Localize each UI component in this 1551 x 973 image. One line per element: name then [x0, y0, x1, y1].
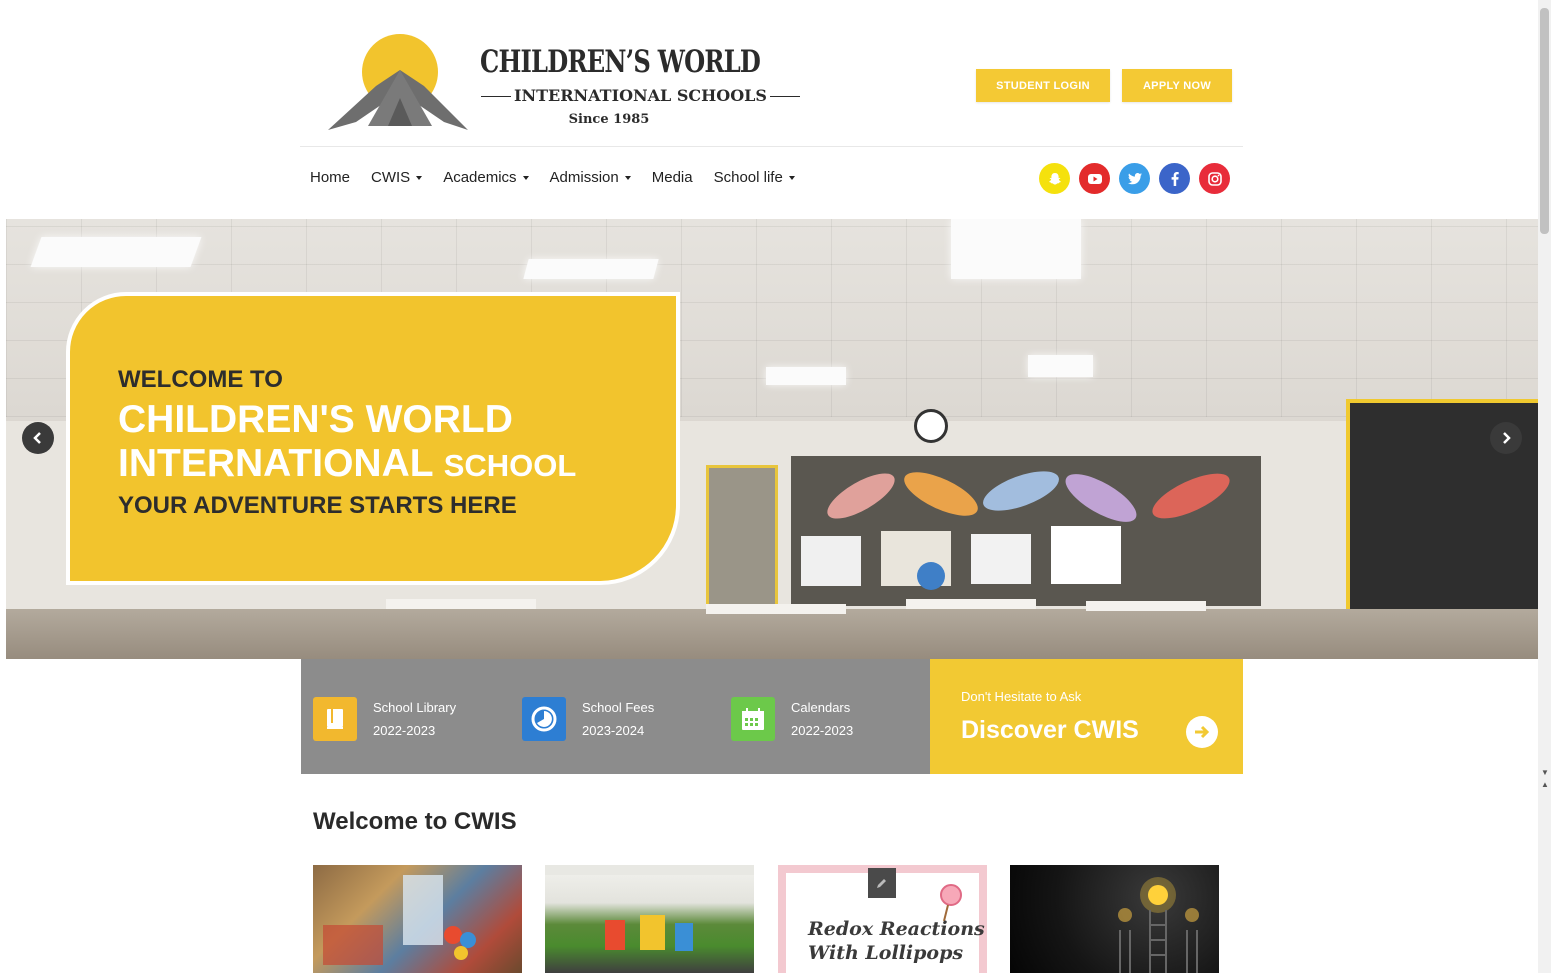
student-login-button[interactable]: STUDENT LOGIN	[976, 69, 1110, 102]
youtube-icon[interactable]	[1079, 163, 1110, 194]
scroll-up-arrow-icon[interactable]: ▼	[1541, 768, 1549, 777]
welcome-section-title: Welcome to CWIS	[313, 808, 517, 835]
hero-line-2: CHILDREN'S WORLD	[118, 398, 513, 441]
quick-link-calendars-title: Calendars	[791, 700, 851, 715]
slider-next-button[interactable]	[1490, 422, 1522, 454]
main-nav: Home CWIS Academics Admission Media Scho…	[310, 169, 795, 186]
hero-desk	[1086, 601, 1206, 611]
calendar-icon	[731, 697, 775, 741]
hero-line-3: INTERNATIONAL SCHOOL	[118, 442, 577, 485]
brand-title: CHILDREN’S WORLD	[480, 44, 761, 80]
quick-link-calendars[interactable]: Calendars 2022-2023	[731, 696, 853, 742]
ceiling-light	[951, 219, 1081, 279]
nav-item-school-life[interactable]: School life	[714, 169, 795, 186]
hero-blackboard	[791, 456, 1261, 606]
welcome-thumbnail-redox[interactable]: Redox Reactions With Lollipops	[778, 865, 987, 973]
quick-link-fees[interactable]: School Fees 2023-2024	[522, 696, 654, 742]
brand-subtitle: INTERNATIONAL SCHOOLS	[478, 86, 800, 105]
hero-slider: WELCOME TO CHILDREN'S WORLD INTERNATIONA…	[6, 219, 1538, 659]
ceiling-light	[30, 237, 202, 267]
page-scrollbar[interactable]: ▼ ▲	[1538, 0, 1551, 973]
quick-link-library-title: School Library	[373, 700, 457, 715]
scroll-down-arrow-icon[interactable]: ▲	[1541, 780, 1549, 789]
quick-link-library[interactable]: School Library 2022-2023	[313, 696, 456, 742]
scrollbar-thumb[interactable]	[1540, 8, 1549, 234]
quick-link-calendars-year: 2022-2023	[791, 723, 854, 738]
twitter-icon[interactable]	[1119, 163, 1150, 194]
quick-link-fees-title: School Fees	[582, 700, 655, 715]
instagram-icon[interactable]	[1199, 163, 1230, 194]
hero-desk	[386, 599, 536, 609]
discover-cwis-panel[interactable]: Don't Hesitate to Ask Discover CWIS	[930, 659, 1243, 774]
book-icon	[313, 697, 357, 741]
caret-down-icon	[522, 175, 529, 180]
hero-welcome-card: WELCOME TO CHILDREN'S WORLD INTERNATIONA…	[66, 292, 680, 585]
ceiling-light	[523, 259, 659, 279]
header-divider	[300, 146, 1243, 147]
clock-icon	[914, 409, 948, 443]
welcome-thumbnail-classroom[interactable]	[313, 865, 522, 973]
social-links	[1039, 163, 1230, 194]
caret-down-icon	[416, 175, 423, 180]
quick-links-bar: School Library 2022-2023 School Fees 2023-…	[301, 659, 930, 774]
school-logo[interactable]: CHILDREN’S WORLD INTERNATIONAL SCHOOLS S…	[328, 30, 800, 134]
caret-down-icon	[624, 175, 631, 180]
welcome-thumbnail-playground[interactable]	[545, 865, 754, 973]
discover-title: Discover CWIS	[961, 716, 1139, 744]
chevron-left-icon	[33, 432, 41, 444]
hero-line-4: YOUR ADVENTURE STARTS HERE	[118, 492, 517, 519]
caret-down-icon	[788, 175, 795, 180]
nav-item-admission[interactable]: Admission	[550, 169, 631, 186]
quick-link-fees-year: 2023-2024	[582, 723, 645, 738]
hero-desk	[706, 604, 846, 614]
arrow-right-icon[interactable]	[1186, 716, 1218, 748]
slider-prev-button[interactable]	[22, 422, 54, 454]
welcome-thumbnail-ideas[interactable]	[1010, 865, 1219, 973]
nav-item-cwis[interactable]: CWIS	[371, 169, 423, 186]
redox-card-title: Redox Reactions With Lollipops	[808, 918, 985, 964]
logo-mark-icon	[328, 34, 468, 130]
ceiling-light	[766, 367, 846, 385]
apply-now-button[interactable]: APPLY NOW	[1122, 69, 1232, 102]
snapchat-icon[interactable]	[1039, 163, 1070, 194]
pie-chart-icon	[522, 697, 566, 741]
nav-item-media[interactable]: Media	[652, 169, 693, 186]
hero-line-1: WELCOME TO	[118, 366, 283, 393]
nav-item-academics[interactable]: Academics	[443, 169, 529, 186]
discover-tagline: Don't Hesitate to Ask	[961, 689, 1082, 704]
facebook-icon[interactable]	[1159, 163, 1190, 194]
hero-desk	[906, 599, 1036, 609]
nav-item-home[interactable]: Home	[310, 169, 350, 186]
pencil-icon	[868, 868, 896, 898]
hero-floor	[6, 609, 1538, 659]
brand-since: Since 1985	[568, 112, 650, 127]
ceiling-light	[1028, 355, 1093, 377]
quick-link-library-year: 2022-2023	[373, 723, 436, 738]
chevron-right-icon	[1503, 432, 1511, 444]
